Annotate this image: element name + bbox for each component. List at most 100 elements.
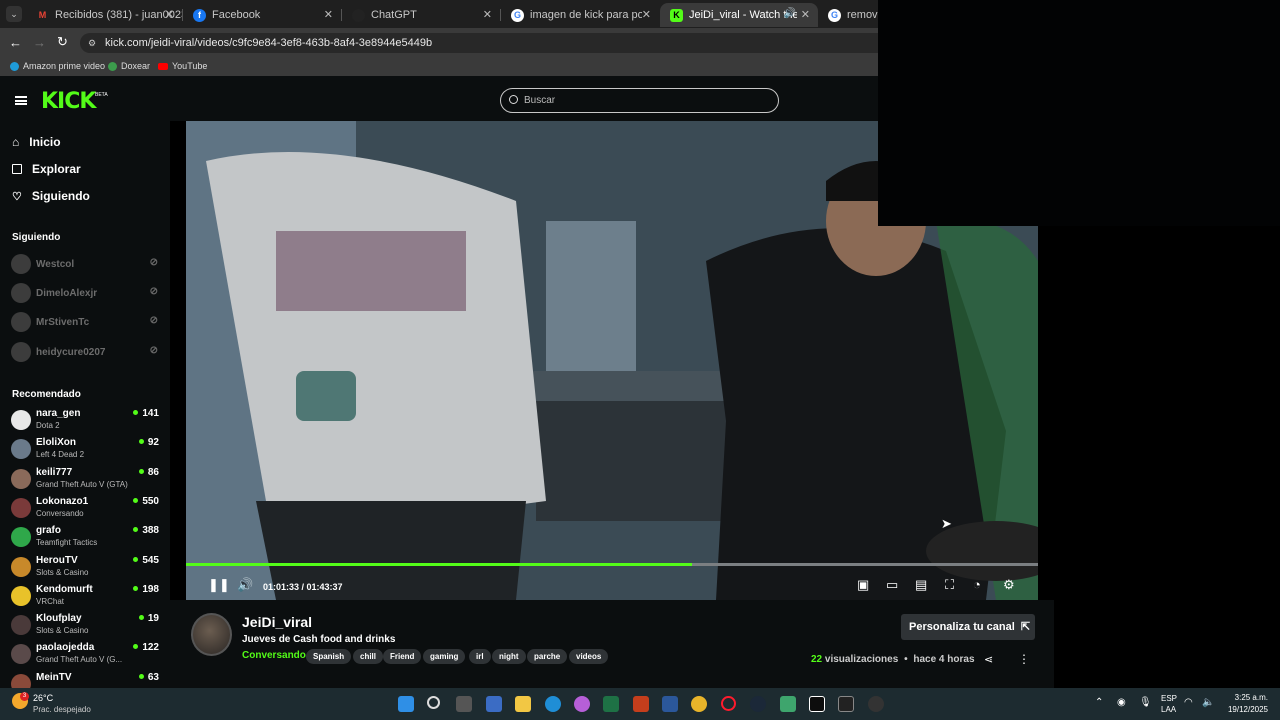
share-icon[interactable]: ⋖ xyxy=(984,653,993,666)
miniplayer-icon[interactable]: ▣ xyxy=(857,578,869,592)
chrome-icon[interactable] xyxy=(691,696,707,712)
start-icon[interactable] xyxy=(398,696,414,712)
weather-desc: Prac. despejado xyxy=(33,705,91,714)
recommended-item[interactable]: EloliXon Left 4 Dead 2 92 xyxy=(11,435,159,463)
viewer-count: 92 xyxy=(138,437,159,448)
capcut-icon[interactable] xyxy=(838,696,854,712)
avatar xyxy=(11,527,31,548)
kick-app-icon[interactable] xyxy=(809,696,825,712)
recommended-item[interactable]: Lokonazo1 Conversando 550 xyxy=(11,494,159,522)
close-icon[interactable]: ✕ xyxy=(642,8,651,21)
streamer-category: Conversando xyxy=(36,508,84,518)
tab-label: ChatGPT xyxy=(371,9,417,21)
live-dot-icon xyxy=(138,439,144,445)
views-count: 22 xyxy=(811,654,823,665)
steam-icon[interactable] xyxy=(750,696,766,712)
recommended-item[interactable]: keili777 Grand Theft Auto V (GTA) 86 xyxy=(11,465,159,493)
streamer-category: Slots & Casino xyxy=(36,567,89,577)
tag-chill[interactable]: chill xyxy=(353,649,384,664)
channel-name[interactable]: JeiDi_viral xyxy=(242,614,312,630)
tab-google-kick-portada[interactable]: G imagen de kick para portada - ( ✕ xyxy=(501,3,659,27)
theater-icon[interactable]: ▭ xyxy=(886,578,898,592)
search-taskbar-icon[interactable] xyxy=(427,696,440,709)
video-age: hace 4 horas xyxy=(913,654,975,665)
microphone-icon[interactable]: 🎙 xyxy=(1139,697,1152,708)
widgets-icon[interactable] xyxy=(486,696,502,712)
external-link-icon: ⇱ xyxy=(1020,621,1031,633)
volume-taskbar-icon[interactable]: 🔈 xyxy=(1202,697,1214,708)
excel-icon[interactable] xyxy=(603,696,619,712)
copilot-icon[interactable] xyxy=(574,696,590,712)
settings-icon[interactable]: ⚙ xyxy=(1003,578,1015,592)
stream-title: Jueves de Cash food and drinks xyxy=(242,634,396,645)
avatar xyxy=(11,410,31,430)
app-ot-icon[interactable] xyxy=(780,696,796,712)
opera-icon[interactable] xyxy=(721,696,736,711)
streamer-category: Grand Theft Auto V (GTA) xyxy=(36,479,128,489)
avatar xyxy=(11,615,31,636)
recommended-item[interactable]: paolaojedda Grand Theft Auto V (G... 122 xyxy=(11,640,159,668)
recommended-item[interactable]: nara_gen Dota 2 141 xyxy=(11,406,159,434)
recommended-item[interactable]: HerouTV Slots & Casino 545 xyxy=(11,553,159,581)
streamer-name: HerouTV xyxy=(36,554,78,566)
stream-category[interactable]: Conversando xyxy=(242,650,306,661)
close-icon[interactable]: ✕ xyxy=(324,8,333,21)
tab-google-remover[interactable]: G remover fo xyxy=(818,3,878,27)
tag-gaming[interactable]: gaming xyxy=(423,649,466,664)
streamer-category: Dota 2 xyxy=(36,421,60,430)
weather-temp[interactable]: 26°C xyxy=(33,693,53,703)
pause-icon[interactable]: ❚❚ xyxy=(208,578,230,592)
more-options-icon[interactable]: ⋮ xyxy=(1018,652,1030,666)
recommended-item[interactable]: grafo Teamfight Tactics 388 xyxy=(11,523,159,551)
progress-fill xyxy=(186,563,693,566)
time-display: 01:01:33 / 01:43:37 xyxy=(263,582,343,592)
wifi-icon[interactable]: ◠ xyxy=(1184,697,1193,708)
edge-icon[interactable] xyxy=(545,696,561,712)
app-red-icon[interactable] xyxy=(868,696,884,712)
security-icon[interactable]: ◉ xyxy=(1117,697,1126,708)
streamer-category: Slots & Casino xyxy=(36,626,89,636)
tab-chatgpt[interactable]: ChatGPT ✕ xyxy=(342,3,500,27)
tag-parche[interactable]: parche xyxy=(527,649,568,664)
search-input[interactable]: Buscar xyxy=(500,88,779,113)
tab-facebook[interactable]: f Facebook ✕ xyxy=(183,3,341,27)
customize-channel-button[interactable]: Personaliza tu canal ⇱ xyxy=(901,614,1035,640)
url-field[interactable]: ⚙ kick.com/jeidi-viral/videos/c9fc9e84-3… xyxy=(80,33,878,53)
lang-layout: LAA xyxy=(1161,705,1177,714)
recommended-item[interactable]: Kloufplay Slots & Casino 19 xyxy=(11,611,159,639)
speaker-icon[interactable]: 🔊 xyxy=(784,8,796,19)
live-dot-icon xyxy=(133,497,139,503)
tag-night[interactable]: night xyxy=(492,649,526,664)
viewer-count: 545 xyxy=(133,555,159,566)
recommended-item[interactable]: Kendomurft VRChat 198 xyxy=(11,582,159,610)
search-icon xyxy=(509,95,518,104)
live-dot-icon xyxy=(133,556,139,562)
file-explorer-icon[interactable] xyxy=(515,696,531,712)
chevron-up-icon[interactable]: ⌃ xyxy=(1095,697,1103,708)
tag-videos[interactable]: videos xyxy=(569,649,609,664)
powerpoint-icon[interactable] xyxy=(633,696,649,712)
viewer-count: 198 xyxy=(133,584,159,595)
streamer-name: MeinTV xyxy=(36,671,72,683)
kick-icon: K xyxy=(670,8,683,22)
clock-time[interactable]: 3:25 a.m. xyxy=(1220,693,1268,702)
tag-friend[interactable]: Friend xyxy=(383,649,422,664)
close-icon[interactable]: ✕ xyxy=(801,8,810,21)
live-dot-icon xyxy=(133,644,139,650)
tag-irl[interactable]: irl xyxy=(469,649,491,664)
volume-icon[interactable]: 🔊 xyxy=(237,578,253,592)
task-view-icon[interactable] xyxy=(456,696,472,712)
speed-icon[interactable]: ◔ xyxy=(973,578,981,592)
tab-kick-active[interactable]: K JeiDi_viral - Watch the VOD 🔊 ✕ xyxy=(660,3,818,27)
clip-icon[interactable]: ▤ xyxy=(915,578,927,592)
fullscreen-icon[interactable]: ⛶ xyxy=(945,578,954,592)
word-icon[interactable] xyxy=(662,696,678,712)
tag-spanish[interactable]: Spanish xyxy=(306,649,352,664)
close-icon[interactable]: ✕ xyxy=(483,8,492,21)
channel-avatar[interactable] xyxy=(191,613,232,656)
live-dot-icon xyxy=(138,673,144,679)
viewer-count: 122 xyxy=(133,642,159,653)
lang-indicator[interactable]: ESP xyxy=(1161,694,1177,703)
streamer-category: Teamfight Tactics xyxy=(36,538,98,548)
tab-label: remover fo xyxy=(847,9,878,21)
